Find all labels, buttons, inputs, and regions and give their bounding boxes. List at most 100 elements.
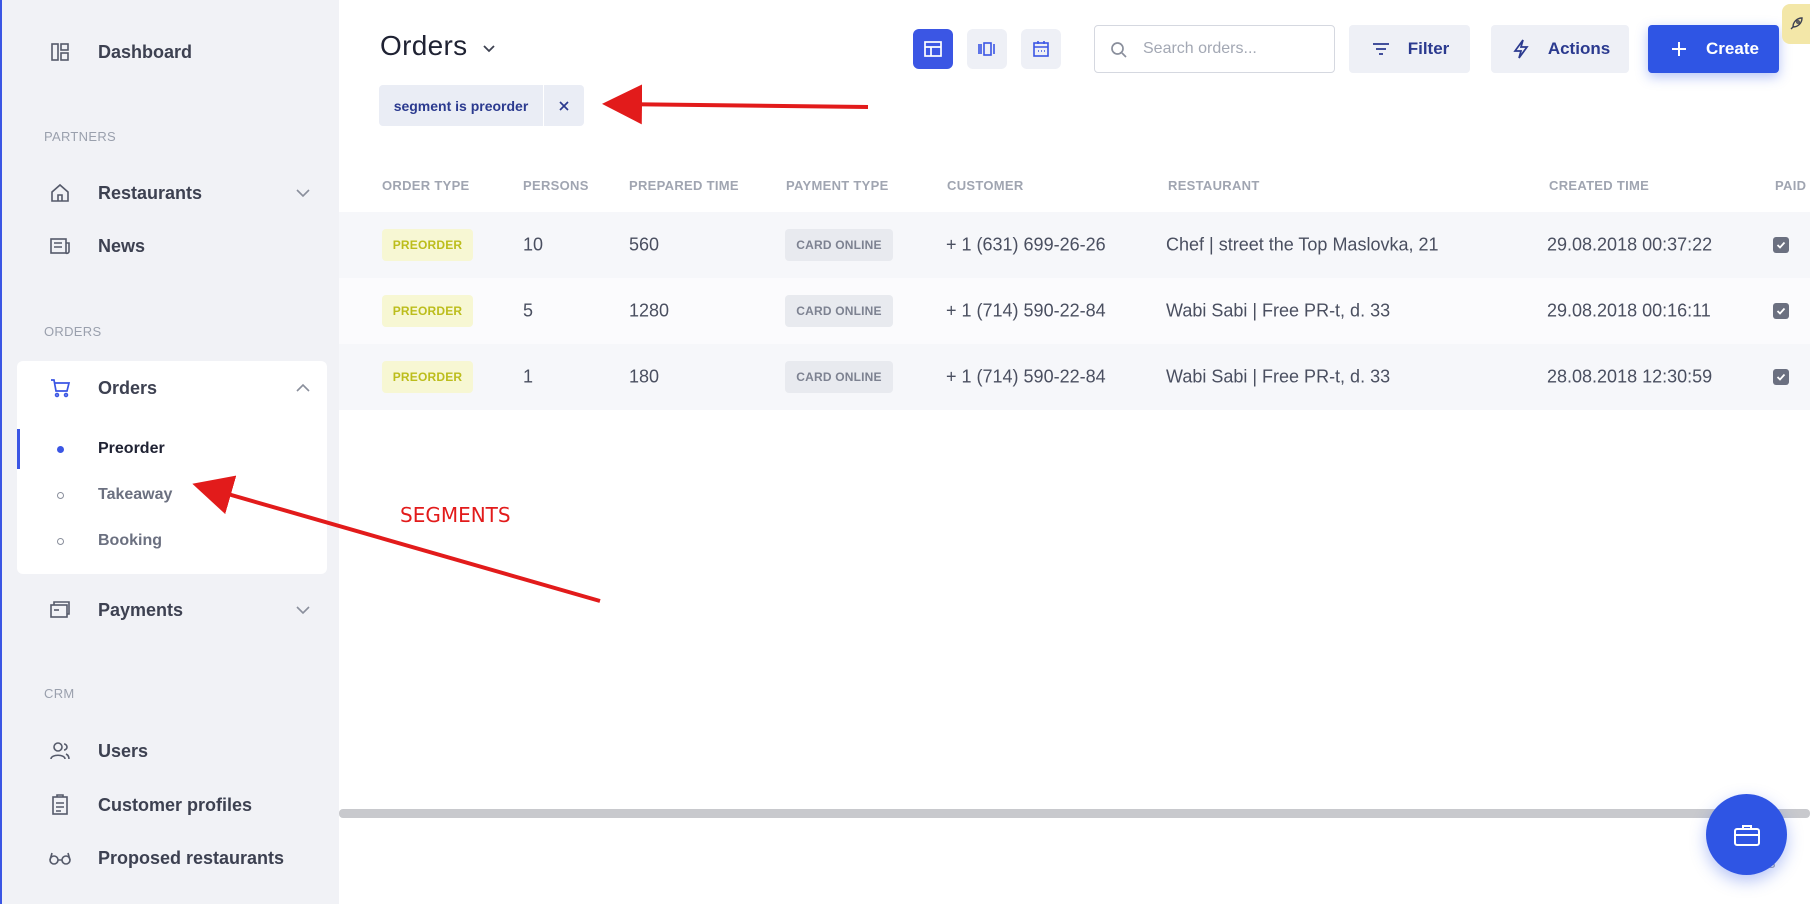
column-header-paid[interactable]: PAID [1775, 178, 1806, 193]
board-view-button[interactable] [967, 29, 1007, 69]
filter-chip-label: segment is preorder [393, 97, 529, 114]
actions-label: Actions [1547, 39, 1611, 58]
newspaper-icon [48, 234, 72, 258]
sidebar-item-label: News [98, 235, 146, 256]
close-icon [559, 100, 569, 111]
restaurant-cell: Wabi Sabi | Free PR-t, d. 33 [1166, 366, 1391, 387]
sidebar-item-customer-profiles[interactable]: Customer profiles [17, 781, 327, 829]
table-row[interactable]: PREORDER 1 180 CARD ONLINE + 1 (714) 590… [339, 344, 1810, 410]
payment-type-badge: CARD ONLINE [785, 295, 893, 327]
sidebar-item-label: Payments [98, 599, 184, 620]
home-icon [48, 181, 72, 205]
paid-checkbox[interactable] [1773, 303, 1789, 319]
prepared-time-cell: 560 [629, 234, 660, 255]
created-time-cell: 28.08.2018 12:30:59 [1547, 366, 1713, 387]
briefcase-icon [1733, 824, 1760, 846]
column-header-customer[interactable]: CUSTOMER [947, 178, 1024, 193]
check-icon [1776, 373, 1786, 381]
filter-label: Filter [1407, 39, 1450, 58]
paid-checkbox[interactable] [1773, 369, 1789, 385]
calendar-icon [1033, 41, 1049, 57]
sidebar-item-restaurants[interactable]: Restaurants [17, 169, 327, 217]
sidebar-item-news[interactable]: News [17, 222, 327, 270]
create-button[interactable]: Create [1648, 25, 1779, 73]
sidebar-item-label: Proposed restaurants [98, 847, 285, 868]
check-icon [1776, 241, 1786, 249]
sidebar: Dashboard PARTNERS Restaurants News ORDE… [0, 0, 339, 904]
table-row[interactable]: PREORDER 10 560 CARD ONLINE + 1 (631) 69… [339, 212, 1810, 278]
segment-preorder[interactable]: Preorder [17, 429, 327, 469]
shopping-cart-icon [48, 376, 72, 400]
customer-cell: + 1 (714) 590-22-84 [946, 300, 1106, 321]
restaurant-cell: Wabi Sabi | Free PR-t, d. 33 [1166, 300, 1391, 321]
column-header-persons[interactable]: PERSONS [523, 178, 589, 193]
sidebar-item-label: Dashboard [98, 41, 193, 62]
search-input[interactable] [1143, 36, 1323, 62]
bullet-icon [57, 445, 64, 453]
segment-takeaway[interactable]: Takeaway [17, 475, 327, 515]
filter-icon [1370, 38, 1392, 60]
sidebar-item-orders[interactable]: Orders [17, 361, 327, 415]
segment-booking[interactable]: Booking [17, 521, 327, 561]
actions-button[interactable]: Actions [1491, 25, 1629, 73]
column-header-prepared-time[interactable]: PREPARED TIME [629, 178, 739, 193]
plus-icon [1668, 38, 1690, 60]
sidebar-item-label: Users [98, 740, 149, 761]
check-icon [1776, 307, 1786, 315]
sidebar-item-payments[interactable]: Payments [17, 586, 327, 634]
chevron-down-icon [296, 189, 310, 198]
sidebar-item-label: Restaurants [98, 182, 203, 203]
sidebar-item-proposed-restaurants[interactable]: Proposed restaurants [17, 834, 327, 882]
page-title: Orders [380, 30, 468, 61]
chevron-up-icon [296, 383, 310, 392]
customer-cell: + 1 (714) 590-22-84 [946, 366, 1106, 387]
payment-type-badge: CARD ONLINE [785, 229, 893, 261]
paid-checkbox[interactable] [1773, 237, 1789, 253]
section-label-partners: PARTNERS [44, 129, 116, 144]
calendar-view-button[interactable] [1021, 29, 1061, 69]
order-type-badge: PREORDER [382, 295, 473, 327]
create-label: Create [1706, 39, 1759, 58]
sidebar-item-label: Orders [98, 377, 158, 398]
created-time-cell: 29.08.2018 00:16:11 [1547, 300, 1711, 321]
order-type-badge: PREORDER [382, 361, 473, 393]
sidebar-item-label: Customer profiles [98, 794, 253, 815]
table-row[interactable]: PREORDER 5 1280 CARD ONLINE + 1 (714) 59… [339, 278, 1810, 344]
persons-cell: 5 [523, 300, 534, 321]
filter-button[interactable]: Filter [1349, 25, 1470, 73]
clipboard-icon [48, 793, 72, 817]
remove-filter-button[interactable] [543, 85, 584, 126]
help-fab-button[interactable] [1706, 794, 1787, 875]
order-type-badge: PREORDER [382, 229, 473, 261]
column-header-restaurant[interactable]: RESTAURANT [1168, 178, 1260, 193]
launcher-tab[interactable] [1782, 4, 1810, 44]
orders-group: Orders Preorder Takeaway Booking [17, 361, 327, 574]
rocket-icon [1790, 17, 1803, 30]
restaurant-cell: Chef | street the Top Maslovka, 21 [1166, 234, 1439, 255]
created-time-cell: 29.08.2018 00:37:22 [1547, 234, 1713, 255]
search-icon [1111, 42, 1127, 58]
persons-cell: 1 [523, 366, 534, 387]
lightning-icon [1510, 38, 1532, 60]
sidebar-item-users[interactable]: Users [17, 727, 327, 775]
column-header-created-time[interactable]: CREATED TIME [1549, 178, 1649, 193]
bullet-icon [57, 537, 64, 545]
prepared-time-cell: 1280 [629, 300, 670, 321]
column-header-order-type[interactable]: ORDER TYPE [382, 178, 470, 193]
columns-icon [978, 42, 995, 56]
section-label-crm: CRM [44, 686, 75, 701]
active-filter-chip: segment is preorder [379, 85, 584, 126]
chevron-down-icon[interactable] [480, 40, 498, 58]
segment-label: Takeaway [98, 486, 173, 503]
prepared-time-cell: 180 [629, 366, 660, 387]
segment-label: Preorder [98, 440, 165, 457]
customer-cell: + 1 (631) 699-26-26 [946, 234, 1106, 255]
column-header-payment-type[interactable]: PAYMENT TYPE [786, 178, 889, 193]
horizontal-scrollbar[interactable] [339, 809, 1810, 818]
sidebar-item-dashboard[interactable]: Dashboard [17, 28, 327, 76]
wallet-icon [48, 598, 72, 622]
dashboard-icon [48, 40, 72, 64]
annotation-arrow [602, 84, 869, 125]
table-view-button[interactable] [913, 29, 953, 69]
segment-label: Booking [98, 532, 162, 549]
